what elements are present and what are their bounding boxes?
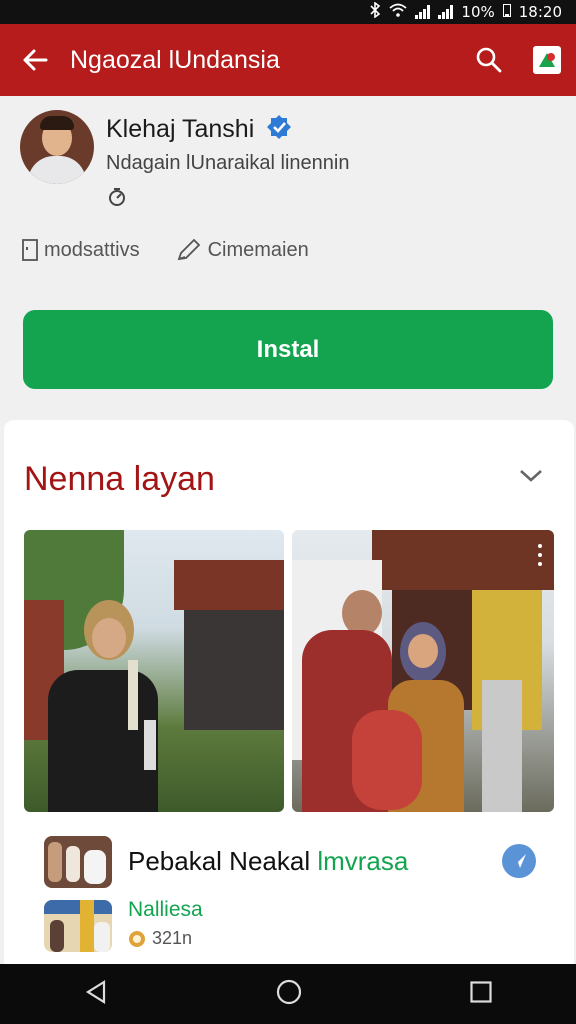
share-icon bbox=[512, 854, 526, 868]
content-card: Nenna layan Pebakal Neakal lmvrasa Nalli… bbox=[4, 420, 574, 980]
clock: 18:20 bbox=[518, 3, 562, 21]
section-title: Nenna layan bbox=[24, 460, 215, 498]
back-button[interactable] bbox=[0, 24, 70, 96]
list-item[interactable]: Pebakal Neakal lmvrasa bbox=[44, 836, 408, 888]
share-button[interactable] bbox=[502, 844, 536, 878]
app-bar-title: Ngaozal lUndansia bbox=[70, 45, 280, 74]
signal-icon-2 bbox=[438, 5, 454, 19]
recents-nav-button[interactable] bbox=[470, 981, 492, 1007]
list-item-title: Nalliesa bbox=[128, 898, 203, 921]
wifi-icon bbox=[389, 3, 408, 21]
profile-header: Klehaj Tanshi Ndagain lUnaraikal linenni… bbox=[0, 96, 576, 416]
list-item-title: Pebakal Neakal lmvrasa bbox=[128, 846, 409, 876]
pencil-icon bbox=[177, 238, 200, 261]
arrow-left-icon bbox=[23, 49, 48, 71]
meta-edit[interactable]: Cimemaien bbox=[176, 238, 309, 262]
signal-icon bbox=[415, 5, 431, 19]
list-item-thumbnail bbox=[44, 900, 112, 952]
chevron-down-icon bbox=[520, 470, 542, 482]
coin-icon bbox=[129, 930, 145, 947]
battery-level: 10% bbox=[461, 3, 495, 21]
expand-button[interactable] bbox=[518, 468, 544, 488]
search-button[interactable] bbox=[460, 24, 518, 96]
bluetooth-icon bbox=[369, 1, 381, 22]
square-recents-icon bbox=[470, 981, 492, 1003]
verified-badge-icon bbox=[266, 114, 292, 144]
list-item[interactable]: Nalliesa 321n bbox=[44, 898, 203, 952]
list-item-thumbnail bbox=[44, 836, 112, 888]
system-nav-bar bbox=[0, 964, 576, 1024]
triangle-back-icon bbox=[85, 980, 106, 1004]
app-bar: Ngaozal lUndansia bbox=[0, 24, 576, 96]
status-bar: 10% 18:20 bbox=[0, 0, 576, 24]
meta-category[interactable]: modsattivs bbox=[22, 239, 140, 262]
app-logo-icon bbox=[533, 46, 561, 74]
rating-icon bbox=[106, 186, 128, 212]
back-nav-button[interactable] bbox=[84, 980, 108, 1008]
gallery-image-2[interactable] bbox=[292, 530, 554, 812]
avatar bbox=[20, 110, 94, 184]
document-icon bbox=[22, 239, 38, 261]
circle-home-icon bbox=[276, 979, 302, 1005]
list-item-count: 321n bbox=[152, 928, 193, 948]
home-nav-button[interactable] bbox=[276, 979, 302, 1009]
gallery-image-1[interactable] bbox=[24, 530, 284, 812]
more-options-icon[interactable] bbox=[538, 544, 542, 566]
search-icon bbox=[476, 47, 502, 73]
app-logo-button[interactable] bbox=[518, 24, 576, 96]
battery-icon bbox=[502, 3, 511, 21]
install-button[interactable]: Instal bbox=[23, 310, 553, 389]
profile-name: Klehaj Tanshi bbox=[106, 114, 255, 143]
meta-category-label: modsattivs bbox=[44, 238, 140, 261]
profile-subtitle: Ndagain lUnaraikal linennin bbox=[106, 152, 350, 174]
meta-edit-label: Cimemaien bbox=[207, 238, 309, 261]
